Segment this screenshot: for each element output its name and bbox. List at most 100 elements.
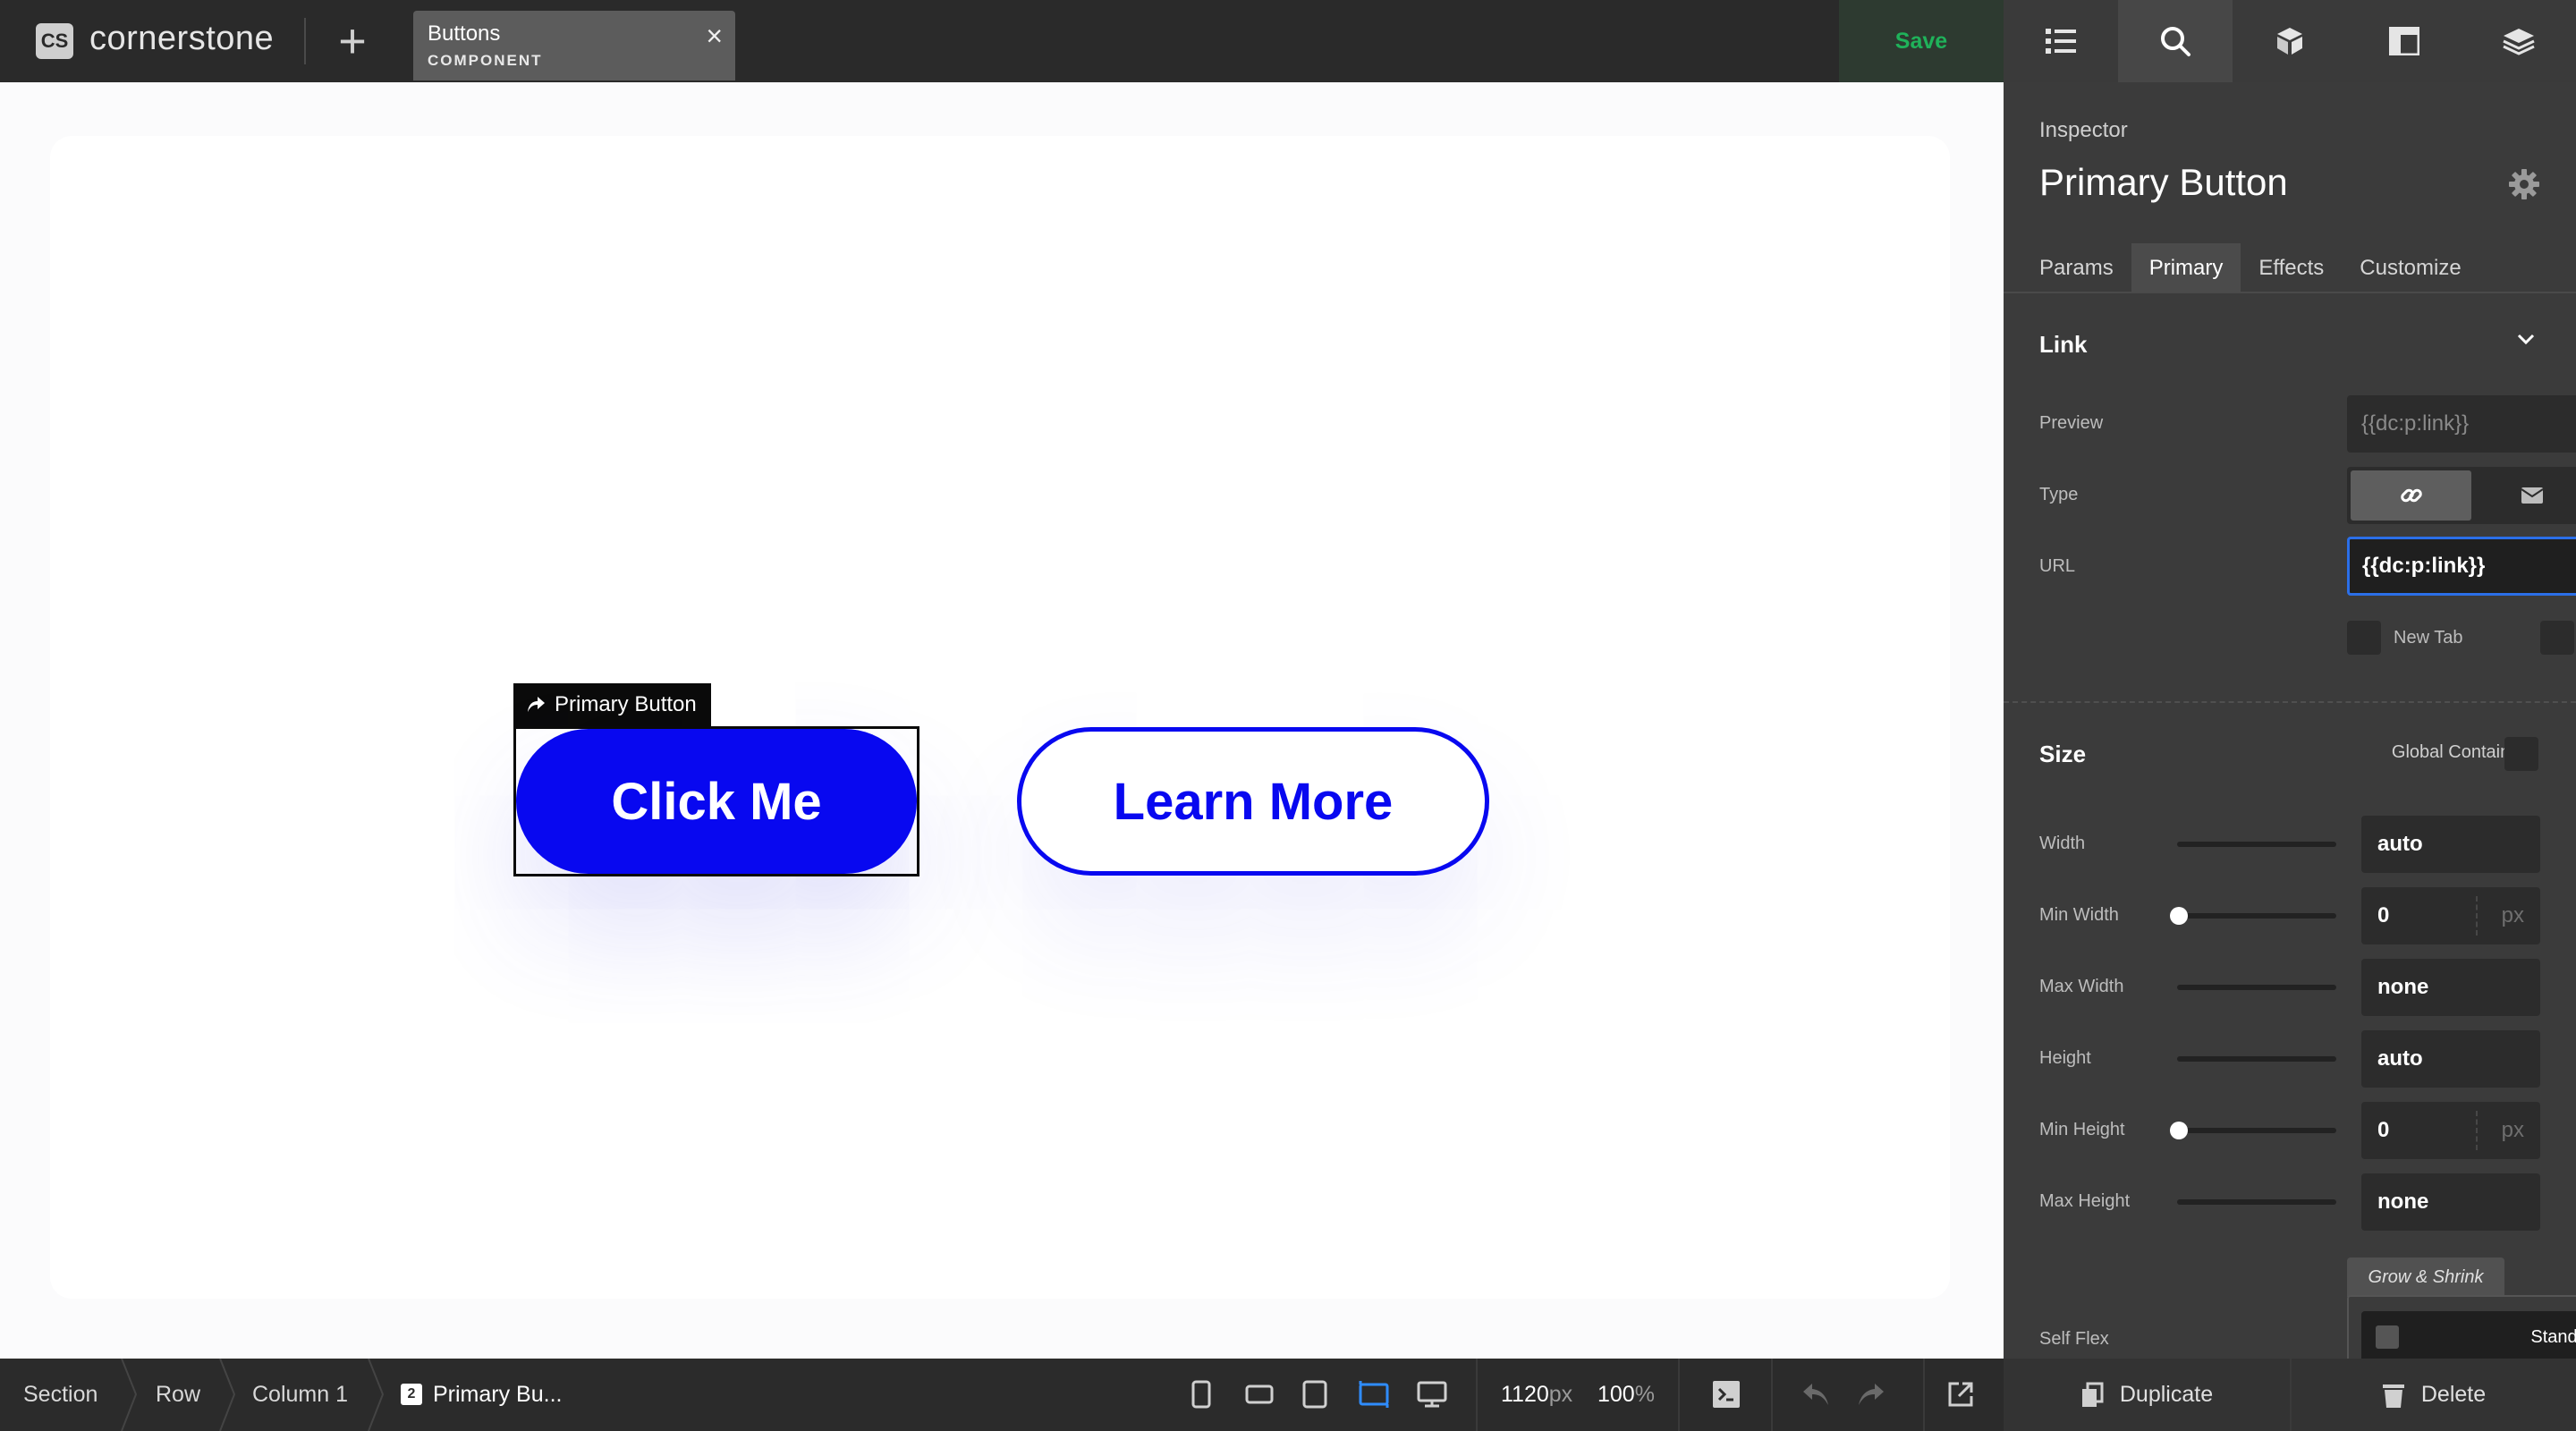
breadcrumb-section[interactable]: Section: [23, 1382, 97, 1408]
nofollow-checkbox[interactable]: [2540, 621, 2574, 655]
viewport-width-unit: px: [1548, 1382, 1573, 1407]
separator: [2476, 1111, 2478, 1150]
document-tab[interactable]: Buttons COMPONENT ×: [413, 11, 735, 80]
size-value-input[interactable]: auto: [2361, 1030, 2540, 1088]
slider-thumb[interactable]: [2170, 1122, 2188, 1139]
phone-landscape-icon[interactable]: [1245, 1380, 1274, 1409]
tab-params[interactable]: Params: [2021, 243, 2131, 293]
breadcrumb-current[interactable]: Primary Bu...: [433, 1382, 562, 1408]
link-section-heading[interactable]: Link: [2039, 331, 2087, 359]
undo-icon[interactable]: [1801, 1382, 1830, 1407]
selection-label[interactable]: Primary Button: [513, 683, 711, 726]
zoom-level[interactable]: 100%: [1597, 1382, 1655, 1408]
inspector-kicker: Inspector: [2039, 118, 2128, 142]
size-row-label: Height: [2039, 1048, 2091, 1068]
viewport-width[interactable]: 1120px: [1501, 1382, 1572, 1408]
size-value-input[interactable]: 0 px: [2361, 1102, 2540, 1159]
link-type-url-button[interactable]: [2351, 470, 2472, 521]
size-row-label: Width: [2039, 834, 2086, 853]
self-flex-value: Standard: [2530, 1327, 2576, 1347]
global-container-label: Global Container: [2391, 742, 2526, 762]
size-row-label: Min Height: [2039, 1120, 2125, 1139]
link-type-email-button[interactable]: [2471, 470, 2576, 521]
size-unit: px: [2501, 903, 2524, 927]
delete-button[interactable]: Delete: [2292, 1359, 2576, 1431]
layers-tool-button[interactable]: [2004, 0, 2118, 82]
size-value-input[interactable]: auto: [2361, 816, 2540, 873]
breadcrumb-column[interactable]: Column 1: [252, 1382, 348, 1408]
divider: [1678, 1359, 1680, 1431]
type-label: Type: [2039, 485, 2079, 504]
size-row-label: Min Width: [2039, 905, 2119, 925]
document-tab-type: COMPONENT: [428, 52, 543, 69]
size-slider[interactable]: [2177, 985, 2336, 990]
size-value-input[interactable]: none: [2361, 959, 2540, 1016]
slider-thumb[interactable]: [2170, 907, 2188, 925]
layout-tool-button[interactable]: [2347, 0, 2462, 82]
zoom-unit: %: [1634, 1382, 1655, 1407]
zoom-value: 100: [1597, 1382, 1635, 1407]
elements-tool-button[interactable]: [2233, 0, 2347, 82]
layout-icon: [2389, 27, 2419, 55]
breadcrumb-separator: [219, 1359, 236, 1431]
external-link-icon[interactable]: [1946, 1380, 1975, 1409]
size-slider[interactable]: [2177, 842, 2336, 847]
top-bar: CS cornerstone + Buttons COMPONENT × Sav…: [0, 0, 2576, 82]
tab-customize[interactable]: Customize: [2342, 243, 2479, 293]
redo-icon[interactable]: [1857, 1382, 1885, 1407]
inspector-panel: Inspector Primary Button Params Primary …: [2004, 82, 2576, 1359]
breadcrumb-row[interactable]: Row: [156, 1382, 200, 1408]
self-flex-checkbox[interactable]: [2376, 1325, 2399, 1349]
tool-icons: [2004, 0, 2576, 82]
trash-icon: [2382, 1384, 2404, 1408]
new-tab-checkbox[interactable]: [2347, 621, 2381, 655]
selection-outline: [513, 726, 919, 876]
stack-icon: [2503, 29, 2535, 55]
size-value: auto: [2377, 832, 2423, 856]
save-button[interactable]: Save: [1839, 0, 2004, 82]
preview-canvas[interactable]: Primary Button Click Me Learn More: [0, 82, 2004, 1359]
tablet-icon[interactable]: [1302, 1380, 1327, 1409]
link-type-selector: [2347, 467, 2576, 524]
tab-primary[interactable]: Primary: [2131, 243, 2241, 293]
size-slider[interactable]: [2177, 913, 2336, 919]
grow-shrink-tab[interactable]: Grow & Shrink: [2347, 1257, 2504, 1297]
size-value-input[interactable]: 0 px: [2361, 887, 2540, 944]
size-value-input[interactable]: none: [2361, 1173, 2540, 1231]
url-input[interactable]: {{dc:p:link}}: [2347, 537, 2576, 596]
logo-text: cornerstone: [89, 20, 275, 57]
url-value: {{dc:p:link}}: [2362, 554, 2486, 578]
tab-effects[interactable]: Effects: [2241, 243, 2342, 293]
add-document-button[interactable]: +: [329, 17, 376, 65]
size-slider[interactable]: [2177, 1056, 2336, 1062]
separator: [2476, 896, 2478, 936]
phone-portrait-icon[interactable]: [1191, 1380, 1211, 1409]
close-tab-icon[interactable]: ×: [706, 21, 723, 50]
size-value: none: [2377, 975, 2429, 999]
search-tool-button[interactable]: [2118, 0, 2233, 82]
duplicate-button[interactable]: Duplicate: [2004, 1359, 2290, 1431]
self-flex-select[interactable]: Standard: [2361, 1311, 2576, 1359]
tablet-landscape-icon[interactable]: [1358, 1380, 1390, 1409]
element-type-badge: 2: [401, 1384, 422, 1405]
stack-tool-button[interactable]: [2462, 0, 2576, 82]
link-icon: [2400, 488, 2422, 503]
secondary-button[interactable]: Learn More: [1017, 727, 1489, 876]
size-section-heading[interactable]: Size: [2039, 741, 2086, 768]
layers-icon: [2046, 29, 2076, 54]
selection-label-text: Primary Button: [555, 692, 697, 716]
breadcrumb-separator: [368, 1359, 385, 1431]
document-tab-title: Buttons: [428, 21, 501, 46]
bottom-bar: Section Row Column 1 2 Primary Bu... 112…: [0, 1359, 2576, 1431]
gear-icon[interactable]: [2508, 168, 2540, 200]
logo-badge: CS: [36, 23, 73, 59]
desktop-icon[interactable]: [1417, 1380, 1447, 1409]
global-container-checkbox[interactable]: [2504, 737, 2538, 771]
canvas-page: [50, 136, 1950, 1299]
size-slider[interactable]: [2177, 1199, 2336, 1205]
size-slider[interactable]: [2177, 1128, 2336, 1133]
chevron-down-icon[interactable]: [2517, 333, 2535, 345]
code-editor-icon[interactable]: [1712, 1380, 1741, 1409]
preview-value: {{dc:p:link}}: [2361, 411, 2470, 436]
divider: [1476, 1359, 1478, 1431]
